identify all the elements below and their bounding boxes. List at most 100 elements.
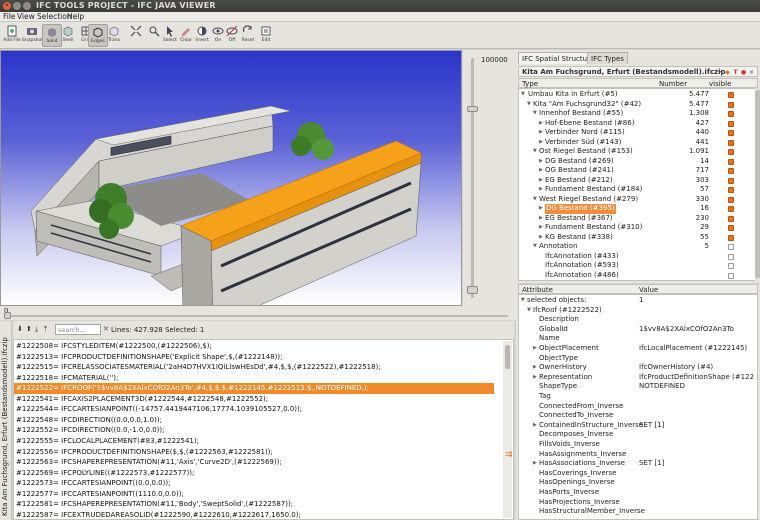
tree-scrollbar[interactable] — [755, 88, 760, 281]
tree-row[interactable]: ▶ EG Bestand (#212) 303 — [519, 176, 749, 186]
tree-row-selected[interactable]: ▶ DG Bestand (#395) 16 — [519, 204, 749, 214]
menu-file[interactable]: File — [3, 12, 16, 22]
search-input[interactable]: search... — [55, 324, 101, 335]
tree-row[interactable]: IfcAnnotation (#433) — [519, 252, 749, 262]
tree-row[interactable]: ▼ Kita "Am Fuchsgrund32" (#42) 5.477 — [519, 100, 749, 110]
col-value[interactable]: Value — [639, 286, 658, 294]
collapse-arrow-icon[interactable]: ▼ — [527, 306, 531, 315]
arrow-up-end-icon[interactable]: ⤒ — [44, 325, 47, 334]
horizontal-slider-handle[interactable] — [4, 312, 11, 319]
attribute-row[interactable]: Decomposes_Inverse — [519, 430, 757, 439]
slider-bottom-handle[interactable] — [467, 286, 478, 294]
3d-viewport[interactable] — [0, 50, 462, 306]
tree-row[interactable]: ▶ Hof-Ebene Bestand (#86) 427 — [519, 119, 749, 129]
tree-row[interactable]: ▶ Fundament Bestand (#184) 57 — [519, 185, 749, 195]
attribute-name: HasStructuralMember_Inverse — [539, 507, 645, 516]
arrow-down-end-icon[interactable]: ⤓ — [35, 325, 38, 334]
horizontal-slider-track[interactable] — [8, 315, 508, 317]
window-minimize-button[interactable] — [13, 2, 21, 10]
text-line[interactable]: #1222587= IFCEXTRUDEDAREASOLID(#1222590,… — [14, 510, 494, 519]
tree-collapse-icon[interactable]: ● — [740, 69, 747, 77]
tree-row[interactable]: ▶ Verbinder Nord (#115) 440 — [519, 128, 749, 138]
splitter-handle-icon[interactable]: ⇉ — [505, 450, 513, 460]
tree-expand-icon[interactable]: T — [732, 69, 739, 77]
attribute-row[interactable]: ▶ OwnerHistory IfcOwnerHistory (#4) — [519, 363, 757, 372]
reset-button[interactable]: Reset — [238, 24, 258, 47]
trans-button[interactable]: Trans — [104, 24, 124, 47]
fit-all-button[interactable] — [126, 24, 146, 47]
window-maximize-button[interactable] — [23, 2, 31, 10]
tree-row[interactable]: ▶ Verbinder Süd (#143) 441 — [519, 138, 749, 148]
attribute-row[interactable]: ObjectType — [519, 354, 757, 363]
tree-row[interactable]: ▶ EG Bestand (#367) 230 — [519, 214, 749, 224]
add-file-button[interactable]: Add File — [2, 24, 22, 47]
slider-top-handle[interactable] — [467, 106, 478, 112]
building-model[interactable] — [1, 51, 461, 305]
col-number[interactable]: Number — [659, 80, 687, 88]
file-vertical-tab[interactable]: Kita Am Fuchsgrund, Erfurt (Bestandsmode… — [0, 321, 12, 520]
text-scroll-thumb[interactable] — [505, 345, 510, 369]
tree-row[interactable]: ▼ West Riegel Bestand (#279) 330 — [519, 195, 749, 205]
attribute-row[interactable]: HasAssignments_Inverse — [519, 450, 757, 459]
attribute-row[interactable]: HasOpenings_Inverse — [519, 478, 757, 487]
attribute-row[interactable]: HasPorts_Inverse — [519, 488, 757, 497]
shell-button[interactable]: Shell — [58, 24, 78, 47]
attribute-row[interactable]: Tag — [519, 392, 757, 401]
expand-arrow-icon[interactable]: ▶ — [533, 344, 537, 353]
remove-file-icon[interactable]: × — [748, 69, 755, 77]
attribute-row[interactable]: Description — [519, 315, 757, 324]
tree-row[interactable]: ▶ Fundament Bestand (#310) 29 — [519, 223, 749, 233]
attribute-row[interactable]: ▶ Representation IfcProductDefinitionShape… — [519, 373, 757, 382]
attribute-row[interactable]: HasStructuralMember_Inverse — [519, 507, 757, 516]
attribute-row[interactable]: FillsVoids_Inverse — [519, 440, 757, 449]
attribute-row[interactable]: GlobalId 1$vv8A$2XAlxCOfO2An3To — [519, 325, 757, 334]
attribute-row[interactable]: ▶ ContainedInStructure_Inverse SET [1] — [519, 421, 757, 430]
attribute-name: Representation — [539, 372, 593, 381]
expand-arrow-icon[interactable]: ▶ — [533, 373, 537, 382]
ifc-text-view[interactable]: #1222508= IFCSTYLEDITEM(#1222500,(#12225… — [13, 339, 514, 520]
text-scrollbar[interactable] — [503, 341, 512, 518]
collapse-arrow-icon[interactable]: ▼ — [521, 296, 525, 305]
window-close-button[interactable]: × — [3, 2, 11, 10]
attribute-row[interactable]: ConnectedTo_Inverse — [519, 411, 757, 420]
attribute-row[interactable]: Name — [519, 334, 757, 343]
menu-help[interactable]: Help — [67, 12, 84, 22]
attribute-row[interactable]: ConnectedFrom_Inverse — [519, 402, 757, 411]
tree-scroll-thumb[interactable] — [755, 90, 760, 278]
tree-row[interactable]: ▼ Umbau Kita in Erfurt (#5) 5.477 — [519, 90, 749, 100]
search-tree-icon[interactable]: ⌕ — [708, 69, 715, 77]
clear-search-icon[interactable]: ✕ — [103, 325, 109, 333]
menu-view[interactable]: View — [17, 12, 35, 22]
col-attribute[interactable]: Attribute — [522, 286, 553, 294]
tree-row[interactable]: ▼ Innenhof Bestand (#55) 1.308 — [519, 109, 749, 119]
tree-row[interactable]: ▼ Annotation 5 — [519, 242, 749, 252]
tree-row[interactable]: ▼ Ost Riegel Bestand (#153) 1.091 — [519, 147, 749, 157]
expand-arrow-icon[interactable]: ▶ — [533, 363, 537, 372]
toggle-icon[interactable]: ◆ — [724, 69, 731, 77]
attribute-row[interactable]: ▼ IfcRoof (#1222522) — [519, 306, 757, 315]
expand-arrow-icon[interactable]: ▶ — [533, 421, 537, 430]
tree-row[interactable]: IfcAnnotation (#593) — [519, 261, 749, 271]
expand-arrow-icon[interactable]: ▶ — [533, 459, 537, 468]
attribute-row[interactable]: HasCoverings_Inverse — [519, 469, 757, 478]
filter-icon[interactable]: ▾ — [716, 69, 723, 77]
attribute-row[interactable]: ▼ selected objects: 1 — [519, 296, 757, 305]
edit-button[interactable]: Edit — [256, 24, 276, 47]
arrow-down-icon[interactable]: ⬇ — [17, 325, 23, 333]
tree-row[interactable]: ▶ OG Bestand (#241) 717 — [519, 166, 749, 176]
attribute-name: HasCoverings_Inverse — [539, 468, 617, 477]
model-file-row[interactable]: Kita Am Fuchsgrund, Erfurt (Bestandsmode… — [518, 66, 758, 77]
tree-row[interactable]: ▶ KG Bestand (#338) 55 — [519, 233, 749, 243]
clipping-slider-track[interactable] — [471, 58, 474, 298]
tree-row[interactable]: ▶ DG Bestand (#269) 14 — [519, 157, 749, 167]
col-visible[interactable]: visible — [709, 80, 731, 88]
col-type[interactable]: Type — [522, 80, 538, 88]
attribute-row[interactable]: ▶ ObjectPlacement IfcLocalPlacement (#1222… — [519, 344, 757, 353]
tree-row[interactable]: IfcAnnotation (#486) — [519, 271, 749, 281]
snapshot-button[interactable]: Snapshot — [22, 24, 43, 47]
attribute-row[interactable]: HasProjections_Inverse — [519, 498, 757, 507]
arrow-up-icon[interactable]: ⬆ — [26, 325, 32, 333]
attribute-row[interactable]: ▶ HasAssociations_Inverse SET [1] — [519, 459, 757, 468]
attribute-row[interactable]: ShapeType NOTDEFINED — [519, 382, 757, 391]
tab-ifc-types[interactable]: IFC Types — [587, 52, 628, 64]
